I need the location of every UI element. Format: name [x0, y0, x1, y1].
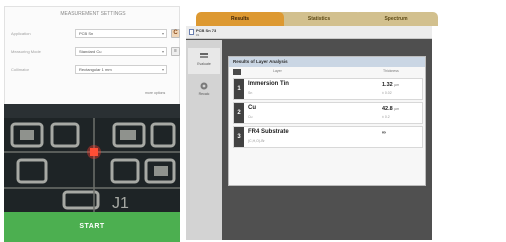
column-layer-header: Layer [273, 69, 282, 73]
layer-thickness: 42.8 µm [382, 106, 399, 112]
chevron-down-icon: ▾ [161, 49, 164, 54]
nav-evaluate-label: Evaluate [197, 62, 211, 66]
application-label: Application [11, 31, 31, 36]
layers-icon [200, 53, 208, 58]
thickness-value: ∞ [382, 130, 386, 136]
application-value: PCB Sn [79, 31, 94, 36]
layer-element: Cu [248, 115, 253, 119]
layer-number: 2 [234, 103, 244, 123]
table-row[interactable]: 2 Cu Cu 42.8 µm ± 0.2 [233, 102, 423, 124]
layer-name: Cu [248, 105, 256, 111]
nav-recalc[interactable]: Recalc [188, 78, 220, 104]
thickness-unit: µm [394, 107, 400, 111]
chevron-down-icon: ▾ [161, 67, 164, 72]
column-header: Layer Thickness [233, 69, 423, 76]
file-icon [189, 29, 194, 35]
empty-results-area [222, 188, 432, 240]
collimator-label: Collimator [11, 67, 30, 72]
nav-recalc-label: Recalc [198, 92, 210, 96]
collimator-value: Rectangular 1 mm [79, 67, 112, 72]
table-row[interactable]: 1 Immersion Tin Sn 1.32 µm ± 0.02 [233, 78, 423, 100]
results-panel: PCB Sn 73 #1 Evaluate Recalc Results of … [186, 26, 432, 240]
chevron-down-icon: ▾ [161, 31, 164, 36]
tab-statistics[interactable]: Statistics [276, 12, 362, 26]
thickness-deviation: ± 0.2 [382, 115, 390, 119]
layer-element: Sn [248, 91, 253, 95]
collimator-row: Collimator Rectangular 1 mm ▾ [11, 65, 177, 75]
column-thickness-header: Thickness [383, 69, 399, 73]
side-nav: Evaluate Recalc [186, 40, 222, 240]
layer-name: Immersion Tin [248, 81, 289, 87]
layer-number: 3 [234, 127, 244, 147]
layer-element: (C,H,O)-Br [248, 139, 265, 143]
application-select[interactable]: PCB Sn ▾ [75, 29, 167, 38]
thickness-unit: µm [394, 83, 400, 87]
pcb-camera-image: J1 [4, 104, 180, 212]
settings-header: MEASUREMENT SETTINGS [60, 11, 126, 17]
tab-results[interactable]: Results [196, 12, 284, 26]
file-bar: PCB Sn 73 #1 [186, 26, 432, 39]
column-number-header [233, 69, 241, 75]
application-row: Application PCB Sn ▾ C [11, 29, 180, 39]
mode-label: Measuring Mode [11, 49, 41, 54]
mode-settings-button[interactable]: ≡ [171, 47, 180, 56]
more-options-link[interactable]: more options [145, 91, 165, 95]
mode-row: Measuring Mode Standard Cu ▾ ≡ [11, 47, 180, 57]
camera-view[interactable]: J1 [4, 104, 180, 212]
file-subtitle: #1 [196, 33, 200, 37]
start-button[interactable]: START [4, 212, 180, 242]
results-title: Results of Layer Analysis [229, 57, 425, 67]
gear-icon [200, 82, 208, 90]
thickness-value: 42.8 [382, 106, 393, 112]
calibrate-button[interactable]: C [171, 29, 180, 38]
tab-spectrum[interactable]: Spectrum [354, 12, 438, 26]
layer-thickness: ∞ [382, 130, 386, 136]
layer-thickness: 1.32 µm [382, 82, 399, 88]
collimator-select[interactable]: Rectangular 1 mm ▾ [75, 65, 167, 74]
layer-number: 1 [234, 79, 244, 99]
thickness-value: 1.32 [382, 82, 393, 88]
table-row[interactable]: 3 FR4 Substrate (C,H,O)-Br ∞ [233, 126, 423, 148]
pcb-silkscreen-text: J1 [112, 195, 129, 212]
nav-evaluate[interactable]: Evaluate [188, 48, 220, 74]
layer-results-card: Results of Layer Analysis Layer Thicknes… [228, 56, 426, 186]
layer-name: FR4 Substrate [248, 129, 289, 135]
tab-bar: Spectrum Statistics Results [184, 6, 506, 26]
mode-select[interactable]: Standard Cu ▾ [75, 47, 167, 56]
thickness-deviation: ± 0.02 [382, 91, 392, 95]
mode-value: Standard Cu [79, 49, 102, 54]
